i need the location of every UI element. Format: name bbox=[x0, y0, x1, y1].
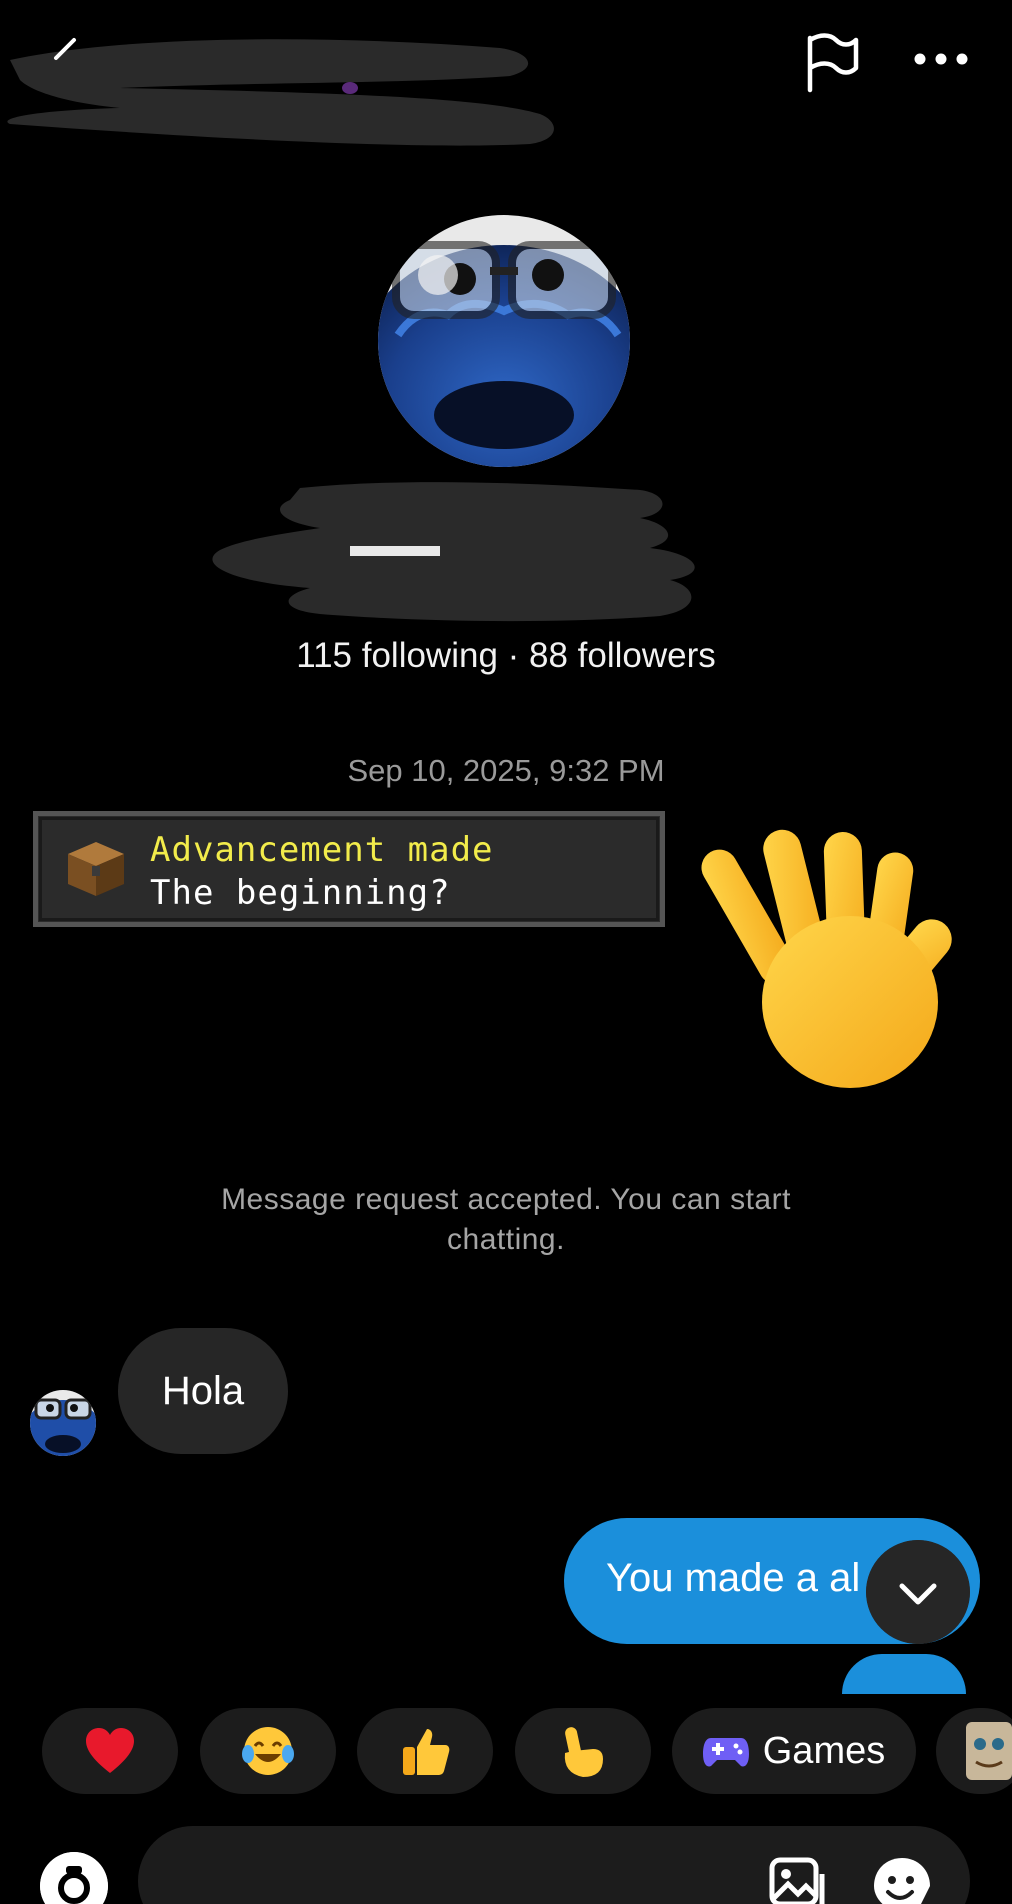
camera-button[interactable] bbox=[40, 1852, 108, 1904]
redacted-header bbox=[7, 39, 554, 146]
sticker-thumbnail-chip[interactable] bbox=[936, 1708, 1012, 1794]
heart-icon bbox=[86, 1728, 134, 1773]
pointing-finger-icon bbox=[564, 1727, 603, 1777]
profile-avatar[interactable] bbox=[378, 215, 630, 467]
thumbs-up-icon bbox=[403, 1729, 450, 1775]
sender-avatar[interactable] bbox=[30, 1390, 96, 1456]
sticker-thumbnail-icon bbox=[966, 1722, 1012, 1780]
outgoing-message-text: You made a al bbox=[606, 1556, 861, 1600]
advancement-sticker[interactable]: Advancement made The beginning? bbox=[33, 811, 665, 927]
redacted-username bbox=[212, 482, 695, 622]
gallery-icon[interactable] bbox=[768, 1856, 828, 1904]
pointing-reaction-chip[interactable] bbox=[515, 1708, 651, 1794]
more-options-icon[interactable] bbox=[908, 36, 974, 82]
message-input[interactable] bbox=[138, 1826, 970, 1904]
incoming-message-bubble[interactable]: Hola bbox=[118, 1328, 288, 1454]
games-label: Games bbox=[762, 1729, 886, 1772]
profile-follow-stats: 115 following · 88 followers bbox=[296, 636, 716, 675]
laughing-reaction-chip[interactable] bbox=[200, 1708, 336, 1794]
heart-reaction-chip[interactable] bbox=[42, 1708, 178, 1794]
thumbs-up-reaction-chip[interactable] bbox=[357, 1708, 493, 1794]
tears-of-joy-icon bbox=[242, 1727, 294, 1775]
quick-reactions-row: Games bbox=[0, 1708, 1012, 1794]
scroll-to-bottom-button[interactable] bbox=[866, 1540, 970, 1644]
sticker-icon[interactable] bbox=[872, 1856, 932, 1904]
system-message: Message request accepted. You can start … bbox=[221, 1183, 791, 1256]
waving-hand-sticker[interactable] bbox=[690, 822, 972, 1104]
games-chip[interactable]: Games bbox=[672, 1708, 916, 1794]
chest-icon bbox=[68, 842, 124, 896]
advancement-title: Advancement made bbox=[150, 830, 494, 870]
advancement-subtitle: The beginning? bbox=[150, 873, 451, 913]
outgoing-message-bubble[interactable] bbox=[842, 1654, 966, 1694]
game-controller-icon bbox=[702, 1738, 749, 1767]
report-flag-icon[interactable] bbox=[800, 30, 864, 94]
back-arrow-icon[interactable] bbox=[44, 36, 84, 76]
message-timestamp: Sep 10, 2025, 9:32 PM bbox=[347, 753, 665, 788]
